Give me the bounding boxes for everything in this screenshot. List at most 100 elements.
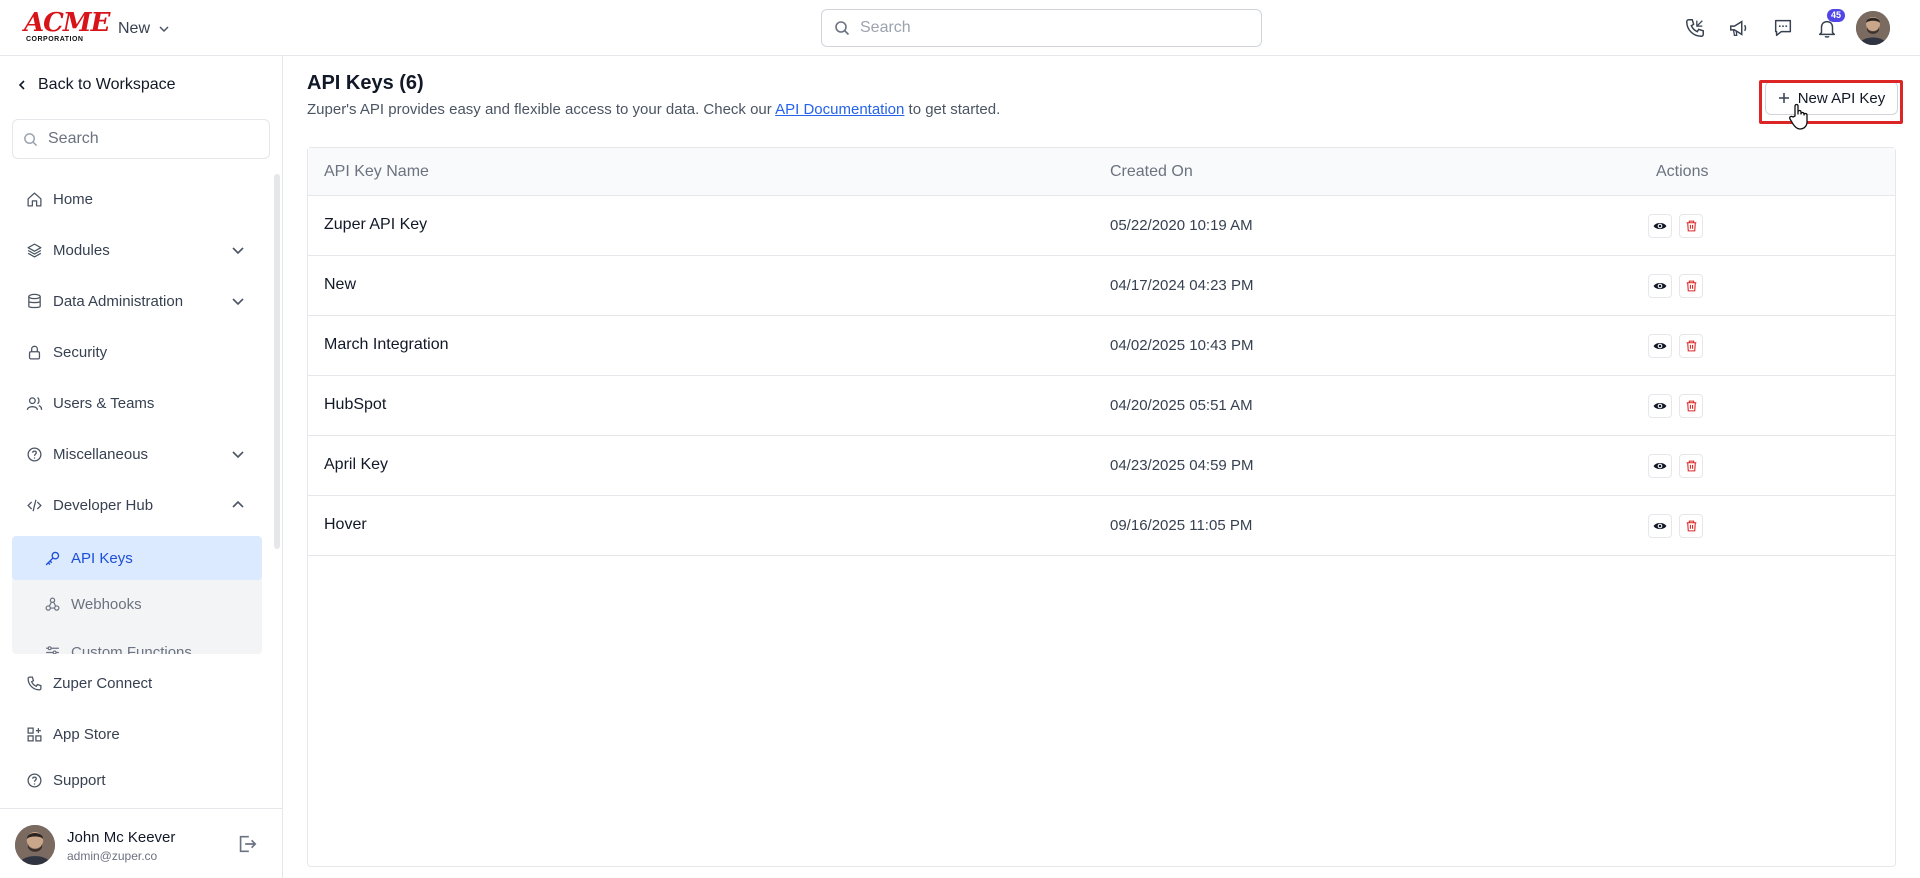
sliders-icon	[44, 644, 61, 654]
eye-icon	[1653, 222, 1667, 230]
chevron-down-icon	[231, 243, 245, 257]
logout-icon[interactable]	[236, 833, 258, 855]
delete-button[interactable]	[1679, 274, 1703, 298]
view-button[interactable]	[1648, 394, 1672, 418]
acme-logo[interactable]: ACME CORPORATION	[24, 10, 110, 43]
avatar[interactable]	[15, 825, 55, 865]
table-row[interactable]: April Key 04/23/2025 04:59 PM	[308, 436, 1895, 496]
delete-button[interactable]	[1679, 394, 1703, 418]
global-search[interactable]	[821, 9, 1262, 47]
trash-icon	[1686, 280, 1696, 292]
trash-icon	[1686, 400, 1696, 412]
api-key-created-on: 04/02/2025 10:43 PM	[1110, 337, 1254, 354]
webhook-icon	[44, 596, 61, 613]
column-header-created: Created On	[1110, 163, 1193, 180]
trash-icon	[1686, 460, 1696, 472]
sidebar-item-api-keys[interactable]: API Keys	[12, 536, 262, 580]
sidebar-item-label: Security	[53, 344, 108, 361]
table-row[interactable]: Hover 09/16/2025 11:05 PM	[308, 496, 1895, 556]
sidebar-search[interactable]	[12, 119, 270, 159]
search-icon	[23, 132, 38, 147]
user-profile: John Mc Keever admin@zuper.co	[0, 808, 283, 878]
delete-button[interactable]	[1679, 214, 1703, 238]
apps-icon	[26, 726, 43, 743]
page-description: Zuper's API provides easy and flexible a…	[307, 101, 1000, 118]
user-avatar[interactable]	[1856, 11, 1890, 45]
column-header-name: API Key Name	[324, 163, 429, 180]
notification-badge: 45	[1826, 9, 1845, 22]
sidebar-item-support[interactable]: Support	[0, 760, 283, 800]
sidebar-item-webhooks[interactable]: Webhooks	[12, 580, 262, 628]
api-key-created-on: 09/16/2025 11:05 PM	[1110, 517, 1253, 534]
api-key-name: HubSpot	[324, 396, 387, 413]
help-circle-icon	[26, 772, 43, 789]
description-text-end: to get started.	[904, 101, 1001, 118]
sidebar-item-label: Zuper Connect	[53, 675, 153, 692]
new-dropdown[interactable]: New	[118, 18, 170, 40]
sidebar-item-developer-hub[interactable]: Developer Hub	[0, 480, 283, 531]
view-button[interactable]	[1648, 274, 1672, 298]
sidebar-item-zuper-connect[interactable]: Zuper Connect	[0, 658, 283, 709]
table-row[interactable]: March Integration 04/02/2025 10:43 PM	[308, 316, 1895, 376]
lock-icon	[26, 344, 43, 361]
api-key-name: Zuper API Key	[324, 216, 428, 233]
eye-icon	[1653, 342, 1667, 350]
chevron-down-icon	[231, 294, 245, 308]
delete-button[interactable]	[1679, 514, 1703, 538]
api-documentation-link[interactable]: API Documentation	[775, 101, 904, 118]
api-keys-table: API Key Name Created On Actions Zuper AP…	[307, 147, 1896, 867]
sidebar-item-label: Miscellaneous	[53, 446, 149, 463]
chevron-left-icon	[16, 79, 28, 91]
sidebar: Back to Workspace Home Modules Data Admi…	[0, 56, 283, 878]
chevron-down-icon	[158, 23, 170, 35]
table-row[interactable]: New 04/17/2024 04:23 PM	[308, 256, 1895, 316]
sidebar-item-data-administration[interactable]: Data Administration	[0, 276, 283, 327]
sidebar-item-label: Developer Hub	[53, 497, 154, 514]
eye-icon	[1653, 282, 1667, 290]
new-dropdown-label: New	[118, 20, 151, 37]
trash-icon	[1686, 520, 1696, 532]
chat-icon[interactable]	[1768, 11, 1798, 45]
key-icon	[44, 550, 61, 567]
phone-icon[interactable]	[1680, 11, 1710, 45]
back-to-workspace-link[interactable]: Back to Workspace	[16, 76, 176, 94]
chevron-down-icon	[231, 447, 245, 461]
sidebar-item-modules[interactable]: Modules	[0, 225, 283, 276]
sidebar-item-miscellaneous[interactable]: Miscellaneous	[0, 429, 283, 480]
sidebar-search-input[interactable]	[48, 130, 248, 148]
developer-hub-submenu: API Keys Webhooks Custom Functions	[12, 536, 262, 654]
back-to-workspace-label: Back to Workspace	[38, 76, 176, 93]
sidebar-item-home[interactable]: Home	[0, 174, 283, 225]
users-icon	[26, 395, 43, 412]
sidebar-item-label: Users & Teams	[53, 395, 155, 412]
sidebar-item-app-store[interactable]: App Store	[0, 709, 283, 760]
view-button[interactable]	[1648, 214, 1672, 238]
sidebar-item-custom-functions[interactable]: Custom Functions	[12, 628, 262, 654]
api-key-created-on: 05/22/2020 10:19 AM	[1110, 217, 1253, 234]
eye-icon	[1653, 522, 1667, 530]
sidebar-item-label: Home	[53, 191, 94, 208]
phone-icon	[26, 675, 43, 692]
api-key-name: March Integration	[324, 336, 449, 353]
top-bar: ACME CORPORATION New 45	[0, 0, 1920, 56]
megaphone-icon[interactable]	[1724, 11, 1754, 45]
delete-button[interactable]	[1679, 334, 1703, 358]
search-icon	[834, 20, 850, 36]
table-row[interactable]: HubSpot 04/20/2025 05:51 AM	[308, 376, 1895, 436]
api-key-name: Hover	[324, 516, 367, 533]
view-button[interactable]	[1648, 514, 1672, 538]
view-button[interactable]	[1648, 454, 1672, 478]
sidebar-item-users-teams[interactable]: Users & Teams	[0, 378, 283, 429]
eye-icon	[1653, 462, 1667, 470]
global-search-input[interactable]	[860, 19, 1240, 37]
sidebar-item-label: Custom Functions	[71, 643, 192, 655]
table-row[interactable]: Zuper API Key 05/22/2020 10:19 AM	[308, 196, 1895, 256]
view-button[interactable]	[1648, 334, 1672, 358]
sidebar-item-security[interactable]: Security	[0, 327, 283, 378]
sidebar-scrollbar[interactable]	[274, 174, 280, 549]
sidebar-item-label: Data Administration	[53, 293, 184, 310]
sidebar-item-label: Modules	[53, 242, 110, 259]
new-api-key-button[interactable]: New API Key	[1765, 81, 1898, 115]
bell-icon[interactable]: 45	[1812, 9, 1845, 45]
delete-button[interactable]	[1679, 454, 1703, 478]
